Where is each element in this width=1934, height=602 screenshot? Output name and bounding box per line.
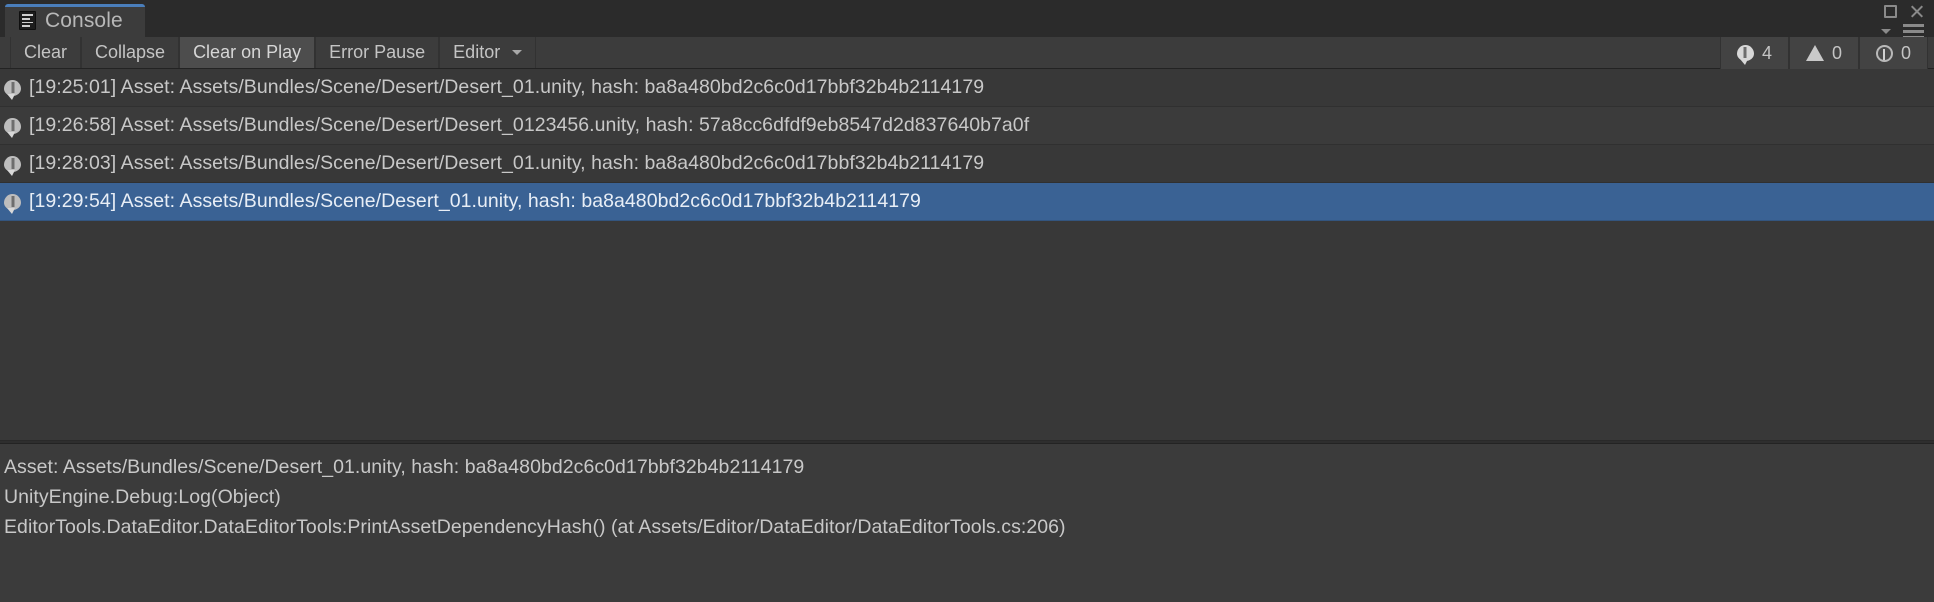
log-bubble-icon <box>4 193 21 214</box>
message-counters: 4 0 0 <box>1719 37 1928 69</box>
info-counter[interactable]: 0 <box>1858 37 1928 69</box>
editor-dropdown[interactable]: Editor <box>439 37 537 68</box>
info-count: 0 <box>1900 42 1911 63</box>
chevron-down-icon <box>512 50 523 55</box>
error-pause-button[interactable]: Error Pause <box>315 37 440 68</box>
error-count: 4 <box>1761 42 1772 63</box>
log-entry-row-selected[interactable]: [19:29:54] Asset: Assets/Bundles/Scene/D… <box>0 183 1934 221</box>
close-icon[interactable] <box>1909 4 1924 19</box>
error-bubble-icon <box>1736 45 1754 65</box>
console-toolbar: Clear Collapse Clear on Play Error Pause… <box>0 37 1934 69</box>
log-detail-panel[interactable]: Asset: Assets/Bundles/Scene/Desert_01.un… <box>0 444 1934 602</box>
collapse-button[interactable]: Collapse <box>81 37 180 68</box>
log-entry-row[interactable]: [19:26:58] Asset: Assets/Bundles/Scene/D… <box>0 107 1934 145</box>
console-icon <box>19 11 36 30</box>
tab-console-label: Console <box>45 8 123 32</box>
warning-counter[interactable]: 0 <box>1788 37 1859 69</box>
clear-button[interactable]: Clear <box>10 37 82 68</box>
log-bubble-icon <box>4 155 21 176</box>
console-window: Console Clear Collapse Clear on Play Err… <box>0 0 1934 602</box>
detail-stack-line[interactable]: EditorTools.DataEditor.DataEditorTools:P… <box>4 512 1934 542</box>
warning-triangle-icon <box>1805 45 1824 61</box>
detail-message-line: Asset: Assets/Bundles/Scene/Desert_01.un… <box>4 456 805 478</box>
chevron-down-icon[interactable] <box>1881 29 1891 34</box>
tab-console[interactable]: Console <box>5 4 145 37</box>
log-entry-text: [19:28:03] Asset: Assets/Bundles/Scene/D… <box>29 152 985 174</box>
log-bubble-icon <box>4 117 21 138</box>
info-circle-icon <box>1875 44 1893 62</box>
editor-dropdown-label: Editor <box>453 42 501 62</box>
log-entry-list[interactable]: [19:25:01] Asset: Assets/Bundles/Scene/D… <box>0 69 1934 440</box>
window-controls <box>1881 4 1924 39</box>
detail-stack-line: UnityEngine.Debug:Log(Object) <box>4 486 281 508</box>
log-entry-text: [19:29:54] Asset: Assets/Bundles/Scene/D… <box>29 190 921 212</box>
maximize-icon[interactable] <box>1884 5 1897 18</box>
log-entry-text: [19:25:01] Asset: Assets/Bundles/Scene/D… <box>29 76 985 98</box>
log-entry-row[interactable]: [19:28:03] Asset: Assets/Bundles/Scene/D… <box>0 145 1934 183</box>
log-bubble-icon <box>4 79 21 100</box>
error-counter[interactable]: 4 <box>1719 37 1789 69</box>
clear-on-play-button[interactable]: Clear on Play <box>179 37 316 68</box>
warning-count: 0 <box>1831 42 1842 63</box>
log-entry-text: [19:26:58] Asset: Assets/Bundles/Scene/D… <box>29 114 1030 136</box>
window-tab-bar: Console <box>0 0 1934 39</box>
log-entry-row[interactable]: [19:25:01] Asset: Assets/Bundles/Scene/D… <box>0 69 1934 107</box>
